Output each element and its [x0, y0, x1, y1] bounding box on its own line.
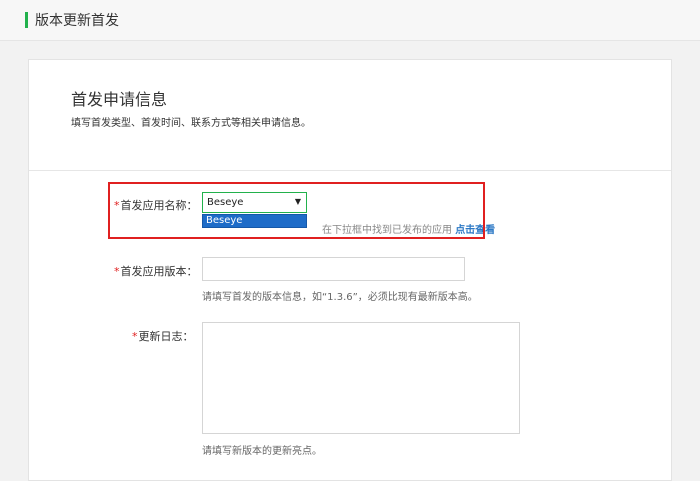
annotation-highlight-box [108, 182, 485, 239]
form-card: 首发申请信息 填写首发类型、首发时间、联系方式等相关申请信息。 *首发应用名称：… [28, 59, 672, 481]
changelog-label-text: 更新日志： [138, 330, 194, 343]
changelog-label: *更新日志： [132, 328, 194, 344]
card-header: 首发申请信息 填写首发类型、首发时间、联系方式等相关申请信息。 [29, 60, 671, 171]
title-accent-bar [25, 12, 28, 28]
app-version-hint: 请填写首发的版本信息，如“1.3.6”，必须比现有最新版本高。 [202, 292, 478, 303]
required-mark: * [114, 265, 120, 278]
changelog-textarea[interactable] [202, 322, 520, 434]
top-bar: 版本更新首发 [0, 0, 700, 41]
page-title: 版本更新首发 [35, 13, 119, 29]
section-title: 首发申请信息 [71, 90, 168, 109]
section-subtitle: 填写首发类型、首发时间、联系方式等相关申请信息。 [71, 118, 311, 129]
changelog-hint: 请填写新版本的更新亮点。 [202, 446, 322, 457]
required-mark: * [132, 330, 138, 343]
app-version-label-text: 首发应用版本： [120, 265, 198, 278]
app-version-label: *首发应用版本： [114, 263, 198, 279]
app-version-input[interactable] [202, 257, 465, 281]
